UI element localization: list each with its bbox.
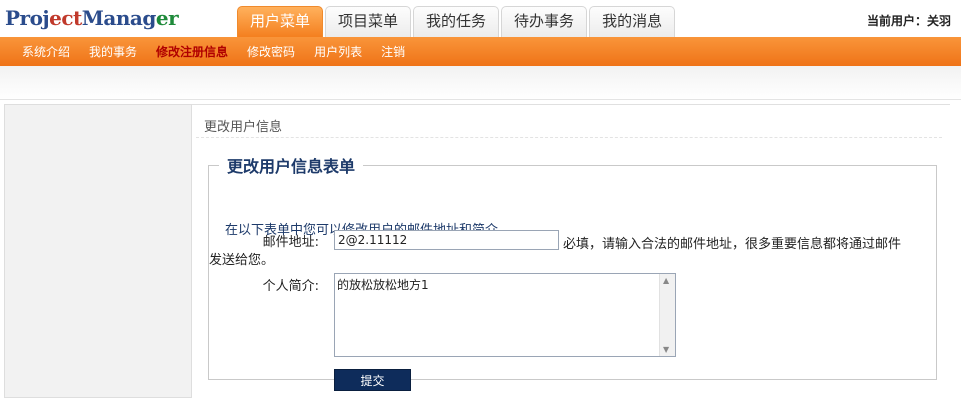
tab-project-menu[interactable]: 项目菜单	[325, 6, 412, 37]
logo-part-4: er	[155, 6, 179, 30]
logo-part-1: Proj	[5, 6, 50, 30]
bio-label: 个人简介:	[262, 279, 319, 294]
breadcrumb: 更改用户信息	[204, 120, 283, 135]
email-label: 邮件地址:	[262, 235, 319, 250]
tab-todo[interactable]: 待办事务	[501, 6, 588, 37]
subnav-item-user-list[interactable]: 用户列表	[314, 43, 362, 60]
subnav-item-logout[interactable]: 注销	[381, 43, 405, 60]
scroll-down-icon[interactable]: ▼	[663, 345, 669, 354]
bio-scrollbar[interactable]: ▲ ▼	[659, 274, 675, 356]
sub-navigation: 系统介绍 我的事务 修改注册信息 修改密码 用户列表 注销	[0, 37, 961, 66]
divider	[196, 137, 942, 138]
tab-my-messages[interactable]: 我的消息	[589, 6, 676, 37]
subnav-item-change-password[interactable]: 修改密码	[247, 43, 295, 60]
tab-user-menu[interactable]: 用户菜单	[237, 6, 324, 37]
top-header: ProjectManager 用户菜单 项目菜单 我的任务 待办事务 我的消息 …	[0, 0, 961, 37]
email-field[interactable]	[334, 230, 559, 250]
subnav-item-edit-registration[interactable]: 修改注册信息	[156, 43, 228, 60]
current-user-label: 当前用户：关羽	[866, 14, 951, 28]
tab-my-tasks[interactable]: 我的任务	[413, 6, 500, 37]
edit-user-form: 更改用户信息表单 在以下表单中您可以修改用户的邮件地址和简介. 邮件地址: 必填…	[208, 153, 937, 391]
app-logo[interactable]: ProjectManager	[5, 6, 179, 30]
logo-part-3: Manag	[81, 6, 157, 30]
subnav-item-my-affairs[interactable]: 我的事务	[89, 43, 137, 60]
main-content: 更改用户信息 更改用户信息表单 在以下表单中您可以修改用户的邮件地址和简介. 邮…	[192, 104, 950, 398]
logo-part-2: ect	[49, 6, 82, 30]
scroll-up-icon[interactable]: ▲	[663, 276, 669, 285]
bio-text: 的放松放松地方1	[337, 278, 429, 292]
email-hint: 必填，请输入合法的邮件地址，很多重要信息都将通过邮件	[563, 237, 902, 252]
main-tabs: 用户菜单 项目菜单 我的任务 待办事务 我的消息	[237, 6, 676, 37]
submit-button[interactable]: 提交	[334, 369, 411, 391]
email-hint-continued: 发送给您。	[209, 253, 275, 268]
form-title: 更改用户信息表单	[227, 157, 356, 176]
left-sidebar	[4, 104, 192, 398]
bio-textarea[interactable]: 的放松放松地方1 ▲ ▼	[334, 273, 676, 357]
toolbar-strip	[0, 66, 961, 100]
subnav-item-system-intro[interactable]: 系统介绍	[22, 43, 70, 60]
